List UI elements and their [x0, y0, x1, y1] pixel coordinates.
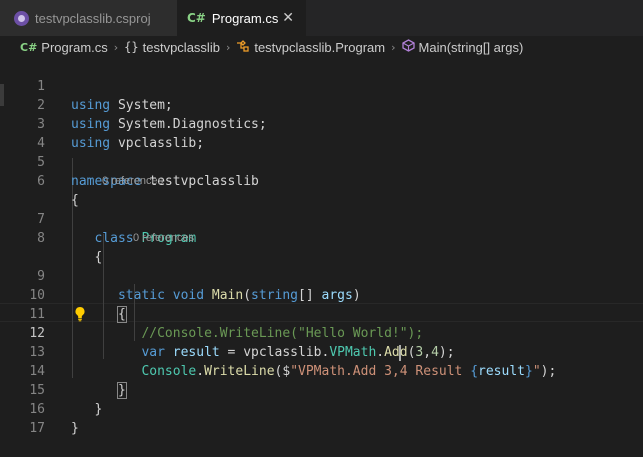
chevron-right-icon: › — [225, 40, 231, 54]
csharp-file-icon: C# — [187, 11, 206, 25]
method-icon — [401, 39, 415, 55]
codelens-references[interactable]: 0 references — [102, 172, 163, 191]
code-line: 13 Console.WriteLine($"VPMath.Add 3,4 Re… — [0, 324, 643, 379]
line-number: 6 — [37, 174, 45, 189]
csproj-icon — [14, 10, 29, 26]
csharp-file-icon: C# — [20, 40, 38, 54]
code-line: 7 class Program — [0, 191, 643, 246]
code-line: 2 using System.Diagnostics; — [0, 77, 643, 132]
code-line: 16 } — [0, 381, 643, 436]
namespace-icon: {} — [124, 40, 139, 54]
breadcrumb-file[interactable]: Program.cs — [41, 40, 107, 55]
line-number: 17 — [29, 421, 45, 436]
line-number: 8 — [37, 231, 45, 246]
code-line: 15 } — [0, 362, 643, 417]
code-line: 11 //Console.WriteLine("Hello World!"); — [0, 286, 643, 341]
breadcrumb-class[interactable]: testvpclasslib.Program — [254, 40, 385, 55]
breadcrumb-method[interactable]: Main(string[] args) — [419, 40, 524, 55]
code-line: 6 { — [0, 153, 643, 208]
tab-label: testvpclasslib.csproj — [35, 10, 151, 26]
tab-program-cs[interactable]: C# Program.cs ✕ — [177, 0, 306, 36]
code-editor[interactable]: 1 using System; 2 using System.Diagnosti… — [0, 58, 643, 436]
breadcrumb: C# Program.cs › {} testvpclasslib › test… — [0, 36, 643, 58]
class-icon — [236, 39, 250, 55]
code-line: 1 using System; — [0, 58, 643, 113]
tab-bar: testvpclasslib.csproj C# Program.cs ✕ — [0, 0, 643, 36]
code-line: 5 namespace testvpclasslib — [0, 134, 643, 189]
code-line: 10 { — [0, 267, 643, 323]
tab-label: Program.cs — [211, 10, 279, 26]
chevron-right-icon: › — [391, 40, 396, 54]
chevron-right-icon: › — [113, 40, 119, 54]
code-line: 14 } — [0, 343, 643, 399]
code-line: 8 { — [0, 210, 643, 265]
code-line: 3 using vpclasslib; — [0, 96, 643, 151]
close-icon[interactable]: ✕ — [282, 10, 294, 26]
codelens-references[interactable]: 0 references — [133, 229, 194, 248]
lightbulb-icon[interactable] — [73, 306, 87, 322]
code-line-active: 12 var result = vpclasslib.VPMath.Add(3,… — [0, 305, 643, 361]
code-line: 17 — [0, 400, 643, 436]
tab-testvpclasslib-csproj[interactable]: testvpclasslib.csproj — [0, 0, 177, 36]
breadcrumb-namespace[interactable]: testvpclasslib — [143, 40, 220, 55]
code-line: 4 — [0, 115, 643, 151]
code-line: 9 static void Main(string[] args) — [0, 248, 643, 303]
